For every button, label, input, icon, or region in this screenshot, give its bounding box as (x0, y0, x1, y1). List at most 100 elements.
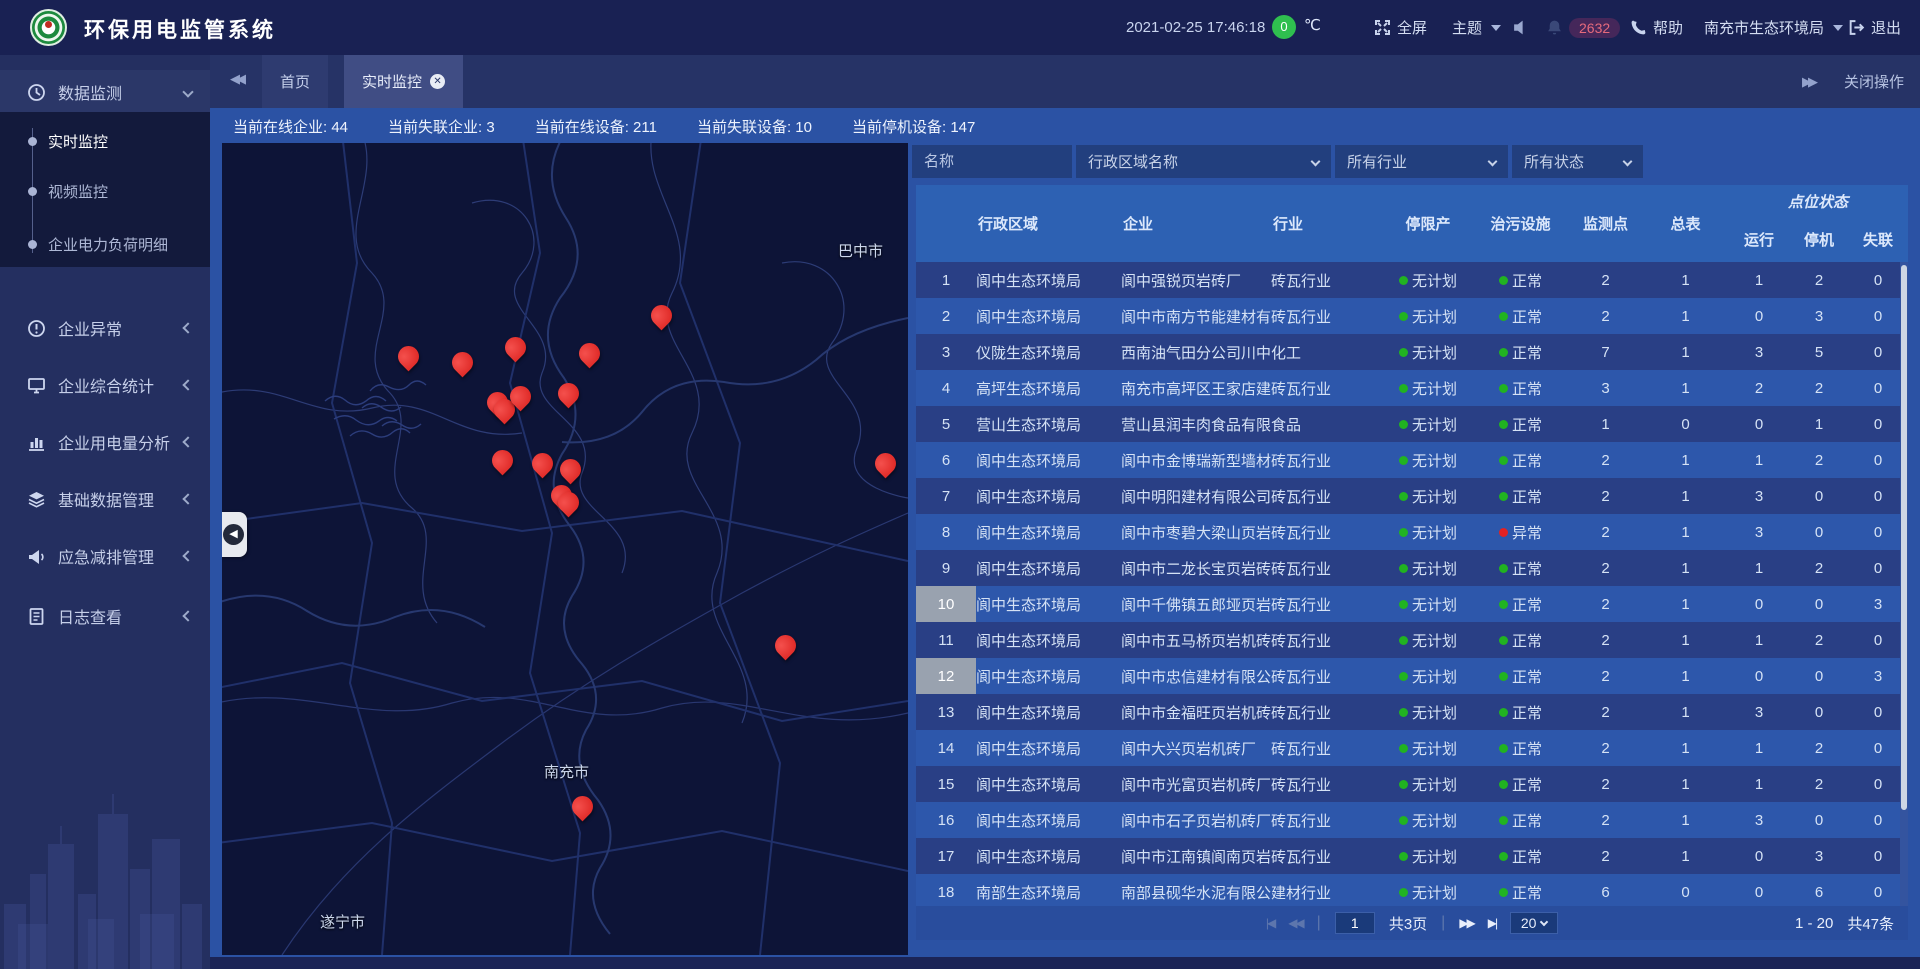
table-row[interactable]: 1阆中生态环境局阆中强锐页岩砖厂砖瓦行业无计划正常21120 (916, 262, 1908, 298)
cell-industry: 砖瓦行业 (1271, 262, 1383, 298)
sidebar-subitem-power-load-detail[interactable]: 企业电力负荷明细 (0, 229, 210, 259)
industry-select[interactable]: 所有行业 (1335, 145, 1508, 178)
status-dot-green (1399, 600, 1408, 609)
page-size-select[interactable]: 20 (1510, 912, 1558, 934)
tab-label: 实时监控 (362, 71, 422, 92)
region-select[interactable]: 行政区域名称 (1076, 145, 1331, 178)
cell-total-meters: 1 (1643, 514, 1728, 550)
col-industry: 行业 (1271, 185, 1383, 262)
status-dot-green (1499, 384, 1508, 393)
cell-region: 南部生态环境局 (976, 874, 1121, 906)
cell-monitor-points: 2 (1568, 478, 1643, 514)
first-page-icon[interactable]: |◀ (1266, 916, 1274, 930)
fullscreen-button[interactable]: 全屏 (1374, 0, 1427, 55)
table-row[interactable]: 17阆中生态环境局阆中市江南镇阆南页岩砖瓦行业无计划正常21030 (916, 838, 1908, 874)
cell-region: 阆中生态环境局 (976, 550, 1121, 586)
table-row[interactable]: 9阆中生态环境局阆中市二龙长宝页岩砖砖瓦行业无计划正常21120 (916, 550, 1908, 586)
cell-limit-production: 无计划 (1383, 586, 1473, 622)
sidebar-subitem-realtime-monitor[interactable]: 实时监控 (0, 126, 210, 156)
prev-page-icon[interactable]: ◀◀ (1288, 916, 1302, 930)
status-select[interactable]: 所有状态 (1512, 145, 1643, 178)
temperature-unit: ℃ (1304, 16, 1321, 34)
sidebar-item-emergency-reduction[interactable]: 应急减排管理 (0, 534, 210, 578)
theme-menu[interactable]: 主题 (1452, 0, 1501, 55)
table-row[interactable]: 6阆中生态环境局阆中市金博瑞新型墙材砖瓦行业无计划正常21120 (916, 442, 1908, 478)
sidebar-item-label: 企业异常 (58, 316, 122, 340)
map-panel[interactable]: 巴中市南充市遂宁市 ◀ (222, 143, 908, 955)
table-row[interactable]: 15阆中生态环境局阆中市光富页岩机砖厂砖瓦行业无计划正常21120 (916, 766, 1908, 802)
cell-stopped: 3 (1790, 298, 1848, 334)
cell-pollution-facility: 正常 (1473, 478, 1568, 514)
tab-home[interactable]: 首页 (262, 55, 328, 108)
sidebar-item-log-view[interactable]: 日志查看 (0, 594, 210, 638)
table-row[interactable]: 13阆中生态环境局阆中市金福旺页岩机砖砖瓦行业无计划正常21300 (916, 694, 1908, 730)
cell-index: 14 (916, 730, 976, 766)
cell-total-meters: 1 (1643, 370, 1728, 406)
table-row[interactable]: 11阆中生态环境局阆中市五马桥页岩机砖砖瓦行业无计划正常21120 (916, 622, 1908, 658)
cell-index: 3 (916, 334, 976, 370)
table-row[interactable]: 3仪陇生态环境局西南油气田分公司川中化工无计划正常71350 (916, 334, 1908, 370)
cell-stopped: 0 (1790, 514, 1848, 550)
col-total-meters: 总表 (1643, 185, 1728, 262)
last-page-icon[interactable]: ▶| (1488, 916, 1496, 930)
organization-menu[interactable]: 南充市生态环境局 (1704, 0, 1843, 55)
help-button[interactable]: 帮助 (1630, 0, 1683, 55)
tabs-scroll-left-icon[interactable]: ◀◀ (230, 71, 246, 87)
name-search-input[interactable] (912, 145, 1072, 178)
scrollbar-thumb[interactable] (1901, 265, 1907, 810)
sidebar-item-data-monitoring[interactable]: 数据监测 (0, 70, 210, 114)
table-row[interactable]: 16阆中生态环境局阆中市石子页岩机砖厂砖瓦行业无计划正常21300 (916, 802, 1908, 838)
cell-monitor-points: 2 (1568, 586, 1643, 622)
status-dot-green (1399, 888, 1408, 897)
mute-button[interactable] (1512, 0, 1529, 55)
close-operations-button[interactable]: 关闭操作 (1844, 71, 1904, 92)
table-row[interactable]: 12阆中生态环境局阆中市忠信建材有限公砖瓦行业无计划正常21003 (916, 658, 1908, 694)
sidebar-item-enterprise-abnormal[interactable]: 企业异常 (0, 306, 210, 350)
cell-company: 营山县润丰肉食品有限 (1121, 406, 1271, 442)
cell-pollution-facility: 正常 (1473, 550, 1568, 586)
sidebar-subitem-video-monitor[interactable]: 视频监控 (0, 176, 210, 206)
tabs-scroll-right-icon[interactable]: ▶▶ (1802, 74, 1818, 90)
close-icon[interactable]: ✕ (430, 74, 445, 89)
status-dot-green (1399, 708, 1408, 717)
logout-button[interactable]: 退出 (1848, 0, 1901, 55)
chevron-down-icon (1311, 157, 1321, 167)
chevron-down-icon (1540, 917, 1548, 925)
table-row[interactable]: 4高坪生态环境局南充市高坪区王家店建砖瓦行业无计划正常31220 (916, 370, 1908, 406)
next-page-icon[interactable]: ▶▶ (1459, 916, 1473, 930)
cell-industry: 砖瓦行业 (1271, 622, 1383, 658)
speaker-icon (1512, 19, 1529, 36)
page-number-input[interactable] (1335, 912, 1375, 934)
sidebar-subitem-label: 实时监控 (48, 131, 108, 152)
map-collapse-handle[interactable]: ◀ (222, 512, 247, 557)
sidebar-item-enterprise-statistics[interactable]: 企业综合统计 (0, 363, 210, 407)
table-row[interactable]: 5营山生态环境局营山县润丰肉食品有限食品无计划正常10010 (916, 406, 1908, 442)
chevron-down-icon (182, 86, 193, 97)
cell-running: 3 (1728, 514, 1790, 550)
table-row[interactable]: 8阆中生态环境局阆中市枣碧大梁山页岩砖瓦行业无计划异常21300 (916, 514, 1908, 550)
logout-label: 退出 (1871, 17, 1901, 38)
cell-industry: 砖瓦行业 (1271, 370, 1383, 406)
table-row[interactable]: 2阆中生态环境局阆中市南方节能建材有砖瓦行业无计划正常21030 (916, 298, 1908, 334)
cell-stopped: 0 (1790, 478, 1848, 514)
cell-stopped: 2 (1790, 622, 1848, 658)
notifications[interactable]: 2632 (1546, 0, 1620, 55)
cell-monitor-points: 2 (1568, 730, 1643, 766)
cell-pollution-facility: 正常 (1473, 802, 1568, 838)
cell-stopped: 3 (1790, 838, 1848, 874)
table-row[interactable]: 7阆中生态环境局阆中明阳建材有限公司砖瓦行业无计划正常21300 (916, 478, 1908, 514)
chevron-left-icon: ◀ (223, 524, 244, 545)
cell-total-meters: 1 (1643, 766, 1728, 802)
help-label: 帮助 (1653, 17, 1683, 38)
table-row[interactable]: 14阆中生态环境局阆中大兴页岩机砖厂砖瓦行业无计划正常21120 (916, 730, 1908, 766)
tab-realtime-monitor[interactable]: 实时监控 ✕ (344, 55, 463, 108)
cell-offline: 0 (1848, 478, 1908, 514)
table-row[interactable]: 10阆中生态环境局阆中千佛镇五郎垭页岩砖瓦行业无计划正常21003 (916, 586, 1908, 622)
sidebar-item-basic-data-management[interactable]: 基础数据管理 (0, 477, 210, 521)
cell-offline: 0 (1848, 766, 1908, 802)
table-scrollbar[interactable] (1900, 262, 1908, 906)
sidebar-item-power-usage-analysis[interactable]: 企业用电量分析 (0, 420, 210, 464)
cell-region: 阆中生态环境局 (976, 442, 1121, 478)
cell-running: 0 (1728, 406, 1790, 442)
table-row[interactable]: 18南部生态环境局南部县砚华水泥有限公建材行业无计划正常60060 (916, 874, 1908, 906)
